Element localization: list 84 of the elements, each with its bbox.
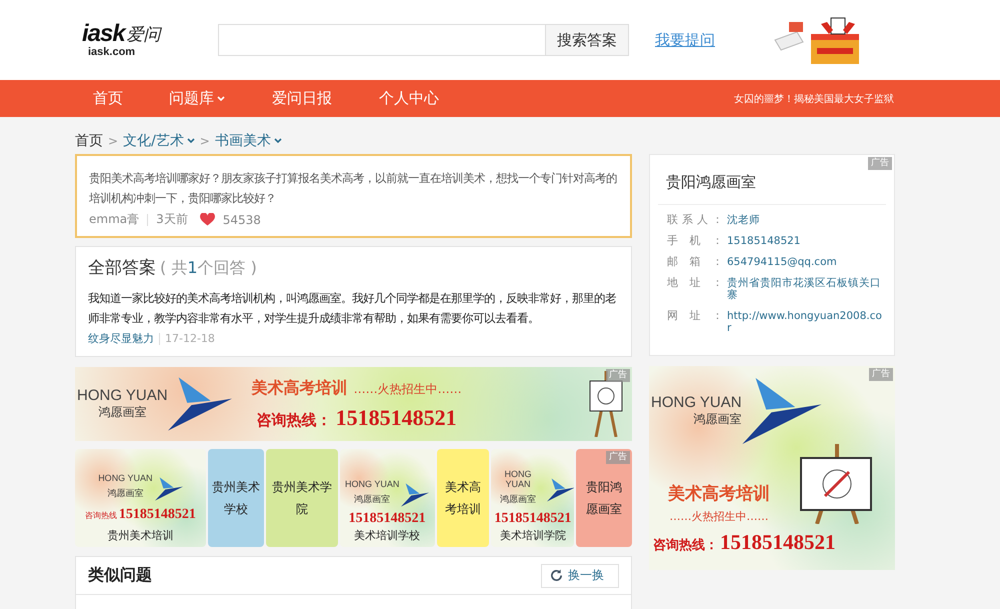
field-value: 15185148521: [727, 235, 802, 247]
answer-date: 17-12-18: [165, 332, 215, 345]
sail-logo-icon: [742, 378, 822, 444]
breadcrumb-link[interactable]: 首页: [75, 132, 103, 150]
phone-number: 15185148521: [336, 404, 457, 430]
studio-name: 鸿愿画室: [692, 411, 742, 428]
breadcrumb-link[interactable]: 文化/艺术: [123, 132, 195, 150]
ad-label: 广告: [606, 451, 630, 464]
logo-text: 爱问: [126, 24, 161, 46]
heart-icon[interactable]: [200, 213, 215, 226]
sail-logo-icon: [401, 483, 430, 507]
ad-label: 广告: [868, 157, 892, 170]
hotline-label: 咨询热线：: [256, 410, 332, 430]
ad-tile[interactable]: HONG YUAN 鸿愿画室 咨询热线 15185148521 贵州美术培训: [75, 449, 206, 547]
ad-tile[interactable]: 贵州美术学校: [208, 449, 264, 547]
sail-logo-icon: [154, 477, 183, 501]
logo-domain: iask.com: [88, 46, 136, 58]
brand-text: HONG YUAN: [77, 387, 168, 404]
ad-label: 广告: [869, 368, 893, 381]
ad-headline: 美术高考培训: [668, 483, 770, 505]
studio-name: 鸿愿画室: [353, 494, 392, 507]
phone-number: 15185148521: [348, 511, 426, 527]
hotline-label: 咨询热线：: [653, 537, 718, 554]
logo-text: iask: [82, 22, 125, 46]
section-title: 全部答案: [88, 257, 156, 279]
ad-tile[interactable]: HONG YUAN 鸿愿画室 15185148521 美术培训学院: [491, 449, 574, 547]
ad-tile[interactable]: 美术高考培训: [436, 449, 490, 547]
field-label: 手 机 ：: [667, 235, 723, 247]
question-text: 贵阳美术高考培训哪家好？朋友家孩子打算报名美术高考，以前就一直在培训美术，想找一个专门针对高考的培训机构冲刺一下，贵阳哪家比较好？: [89, 171, 618, 207]
nav-link[interactable]: 问题库: [169, 89, 225, 108]
ask-question-link[interactable]: 我要提问: [655, 30, 715, 50]
refresh-button[interactable]: 换一换: [541, 564, 619, 588]
caret-icon: [217, 96, 225, 102]
brand-text: HONG YUAN: [98, 473, 153, 483]
breadcrumb-separator: >: [200, 134, 210, 148]
search-button[interactable]: 搜索答案: [545, 24, 629, 56]
ad-tile[interactable]: 贵州美术学院: [266, 449, 338, 547]
phone-number: 15185148521: [118, 507, 196, 523]
phone-number: 15185148521: [494, 511, 572, 527]
ad-tagline: ……火热招生中……: [354, 380, 462, 398]
answer-text: 我知道一家比较好的美术高考培训机构，叫鸿愿画室。我好几个同学都是在那里学的，反映非常好，那里的老师非常专业，教学内容非常有水平，对学生提升成绩非常有帮助，如果有需要你可以去看看。: [88, 291, 617, 327]
field-value: http://www.hongyuan2008.cor: [727, 310, 883, 334]
field-label: 联 系 人 ：: [667, 214, 723, 226]
ad-tile[interactable]: HONG YUAN 鸿愿画室 15185148521 美术培训学校: [340, 449, 435, 547]
caret-icon: [274, 138, 282, 144]
brand-text: HONG YUAN: [344, 479, 400, 489]
field-label: 网 址 ：: [667, 310, 723, 324]
like-count: 54538: [222, 212, 261, 226]
nav-link[interactable]: 首页: [93, 89, 123, 108]
tile-caption: 贵州美术培训: [107, 528, 174, 544]
nav-link[interactable]: 个人中心: [379, 89, 439, 108]
nav-link[interactable]: 爱问日报: [272, 89, 332, 108]
studio-name: 鸿愿画室: [98, 404, 146, 421]
brand-text: HONG YUAN: [651, 394, 742, 411]
field-label: 地 址 ：: [667, 277, 723, 291]
ad-headline: 美术高考培训: [252, 378, 348, 398]
promo-link[interactable]: 女囚的噩梦！揭秘美国最大女子监狱: [734, 92, 894, 106]
refresh-icon: [550, 569, 563, 582]
post-time: 3天前: [156, 211, 188, 228]
breadcrumb-separator: >: [108, 134, 118, 148]
sail-logo-icon: [546, 478, 574, 502]
tile-caption: 美术培训学院: [500, 528, 566, 544]
field-value: 654794115@qq.com: [727, 256, 838, 268]
search-field[interactable]: [218, 24, 545, 56]
studio-name: 鸿愿画室: [499, 494, 538, 507]
field-value: 沈老师: [727, 214, 761, 226]
breadcrumb-link[interactable]: 书画美术: [214, 132, 282, 150]
brand-text: HONG YUAN: [504, 469, 533, 489]
ad-label: 广告: [606, 369, 630, 382]
ad-banner[interactable]: HONG YUAN 鸿愿画室 美术高考培训 ……火热招生中…… 咨询热线：15185148521 广告: [649, 366, 895, 570]
studio-name: 鸿愿画室: [106, 488, 144, 501]
sail-logo-icon: [168, 376, 232, 432]
ad-tagline: ……火热招生中……: [670, 509, 768, 524]
phone-number: 15185148521: [720, 530, 836, 555]
user-name[interactable]: 纹身尽显魅力: [88, 331, 154, 346]
field-label: 邮 箱 ：: [667, 256, 723, 268]
answer-count: ( 共1个回答 ): [160, 258, 257, 279]
section-title: 类似问题: [88, 565, 152, 586]
user-name[interactable]: emma膏: [89, 211, 140, 228]
hotline-label: 咨询热线: [84, 510, 117, 522]
tile-caption: 美术培训学校: [354, 528, 420, 544]
caret-icon: [186, 138, 195, 144]
ad-banner[interactable]: HONG YUAN 鸿愿画室 美术高考培训 ……火热招生中…… 咨询热线： 15185148521 广告: [75, 367, 632, 441]
field-value: 贵州省贵阳市花溪区石板镇关口寨: [727, 277, 882, 301]
